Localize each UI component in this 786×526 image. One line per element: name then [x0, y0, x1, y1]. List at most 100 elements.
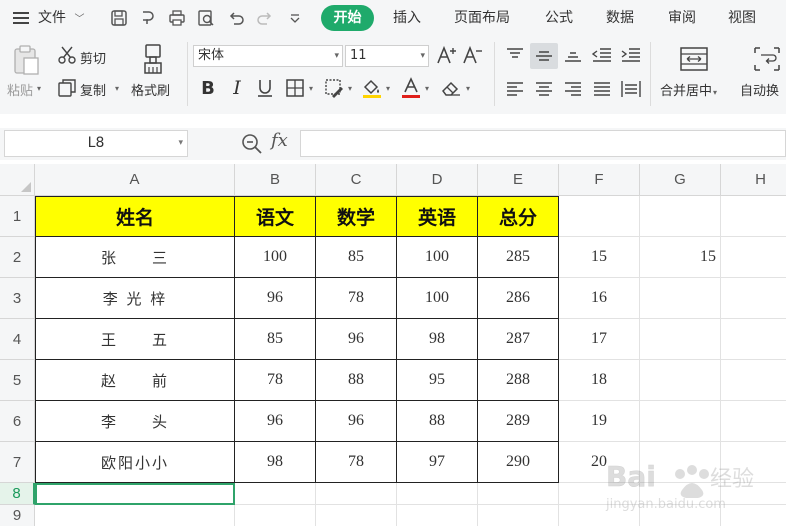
row-header-5[interactable]: 5 — [0, 360, 35, 401]
print-icon[interactable] — [166, 7, 188, 29]
cell-f8[interactable] — [559, 483, 640, 505]
cell-f1[interactable] — [559, 196, 640, 237]
cut-icon[interactable] — [56, 44, 78, 66]
align-left-icon[interactable] — [503, 78, 527, 100]
fill-color-icon[interactable] — [360, 76, 384, 100]
save-icon[interactable] — [108, 7, 130, 29]
score-cell[interactable]: 96 — [316, 401, 397, 442]
column-header-b[interactable]: B — [235, 164, 316, 196]
helper-value-cell[interactable]: 15 — [640, 237, 721, 278]
student-name-cell[interactable]: 王 五 — [35, 319, 235, 360]
hamburger-menu-icon[interactable] — [10, 7, 32, 29]
insert-function-button[interactable]: fx — [271, 130, 288, 151]
redo-icon[interactable] — [254, 7, 276, 29]
table-header-cell[interactable]: 姓名 — [35, 196, 235, 237]
row-header-9[interactable]: 9 — [0, 505, 35, 526]
helper-value-cell[interactable] — [640, 442, 721, 483]
cell-b8[interactable] — [235, 483, 316, 505]
italic-button[interactable]: I — [225, 76, 249, 100]
distributed-align-icon[interactable] — [619, 78, 643, 100]
cell-h6[interactable] — [721, 401, 786, 442]
cell-h3[interactable] — [721, 278, 786, 319]
table-header-cell[interactable]: 语文 — [235, 196, 316, 237]
cell-h9[interactable] — [721, 505, 786, 526]
clear-format-dropdown-icon[interactable]: ▾ — [466, 84, 470, 93]
wrap-text-button[interactable]: 自动换 — [740, 80, 779, 99]
cell-g9[interactable] — [640, 505, 721, 526]
table-header-cell[interactable]: 总分 — [478, 196, 559, 237]
helper-value-cell[interactable] — [640, 360, 721, 401]
helper-value-cell[interactable]: 18 — [559, 360, 640, 401]
align-top-icon[interactable] — [503, 44, 527, 66]
cell-h5[interactable] — [721, 360, 786, 401]
zoom-search-icon[interactable] — [240, 132, 264, 156]
increase-indent-icon[interactable] — [619, 44, 643, 66]
font-color-icon[interactable] — [399, 76, 423, 100]
tab-formulas[interactable]: 公式 — [545, 0, 573, 36]
student-name-cell[interactable]: 赵 前 — [35, 360, 235, 401]
clear-format-icon[interactable] — [439, 76, 463, 100]
cell-d9[interactable] — [397, 505, 478, 526]
select-all-corner[interactable] — [0, 164, 35, 196]
helper-value-cell[interactable]: 16 — [559, 278, 640, 319]
format-painter-button[interactable]: 格式刷 — [131, 80, 170, 99]
score-cell[interactable]: 85 — [235, 319, 316, 360]
score-cell[interactable]: 290 — [478, 442, 559, 483]
cell-d8[interactable] — [397, 483, 478, 505]
row-header-4[interactable]: 4 — [0, 319, 35, 360]
copy-icon[interactable] — [56, 77, 78, 99]
row-header-8[interactable]: 8 — [0, 483, 35, 505]
merge-center-icon[interactable] — [677, 44, 711, 74]
cell-a8[interactable] — [35, 483, 235, 505]
cell-g8[interactable] — [640, 483, 721, 505]
name-box[interactable]: L8 ▾ — [4, 130, 188, 157]
tab-insert[interactable]: 插入 — [393, 0, 421, 36]
cell-e9[interactable] — [478, 505, 559, 526]
font-size-select[interactable]: 11 ▾ — [345, 45, 429, 67]
helper-value-cell[interactable] — [640, 319, 721, 360]
tab-page-layout[interactable]: 页面布局 — [454, 0, 510, 36]
decrease-font-size-icon[interactable] — [462, 44, 484, 66]
formula-input[interactable] — [300, 130, 786, 157]
score-cell[interactable]: 100 — [235, 237, 316, 278]
score-cell[interactable]: 78 — [316, 278, 397, 319]
font-name-select[interactable]: 宋体 ▾ — [193, 45, 343, 67]
tab-view[interactable]: 视图 — [728, 0, 756, 36]
tab-review[interactable]: 审阅 — [668, 0, 696, 36]
font-color-dropdown-icon[interactable]: ▾ — [425, 84, 429, 93]
helper-value-cell[interactable] — [640, 278, 721, 319]
table-header-cell[interactable]: 数学 — [316, 196, 397, 237]
score-cell[interactable]: 98 — [235, 442, 316, 483]
cell-h4[interactable] — [721, 319, 786, 360]
cell-c9[interactable] — [316, 505, 397, 526]
score-cell[interactable]: 85 — [316, 237, 397, 278]
score-cell[interactable]: 78 — [316, 442, 397, 483]
increase-font-size-icon[interactable] — [436, 44, 458, 66]
cell-c8[interactable] — [316, 483, 397, 505]
score-cell[interactable]: 285 — [478, 237, 559, 278]
print-preview-icon[interactable] — [195, 7, 217, 29]
cell-b9[interactable] — [235, 505, 316, 526]
column-header-g[interactable]: G — [640, 164, 721, 196]
cell-h2[interactable] — [721, 237, 786, 278]
score-cell[interactable]: 100 — [397, 278, 478, 319]
cell-style-icon[interactable] — [322, 76, 346, 100]
justify-icon[interactable] — [590, 78, 614, 100]
cell-h7[interactable] — [721, 442, 786, 483]
row-header-3[interactable]: 3 — [0, 278, 35, 319]
merge-center-button[interactable]: 合并居中▾ — [660, 80, 717, 99]
row-header-6[interactable]: 6 — [0, 401, 35, 442]
score-cell[interactable]: 289 — [478, 401, 559, 442]
align-bottom-icon[interactable] — [561, 44, 585, 66]
cut-button[interactable]: 剪切 — [80, 48, 106, 67]
column-header-d[interactable]: D — [397, 164, 478, 196]
paste-button[interactable] — [8, 42, 44, 78]
column-header-e[interactable]: E — [478, 164, 559, 196]
score-cell[interactable]: 98 — [397, 319, 478, 360]
fill-color-dropdown-icon[interactable]: ▾ — [386, 84, 390, 93]
score-cell[interactable]: 96 — [235, 401, 316, 442]
helper-value-cell[interactable]: 20 — [559, 442, 640, 483]
cell-h1[interactable] — [721, 196, 786, 237]
score-cell[interactable]: 96 — [316, 319, 397, 360]
underline-button[interactable] — [253, 76, 277, 100]
